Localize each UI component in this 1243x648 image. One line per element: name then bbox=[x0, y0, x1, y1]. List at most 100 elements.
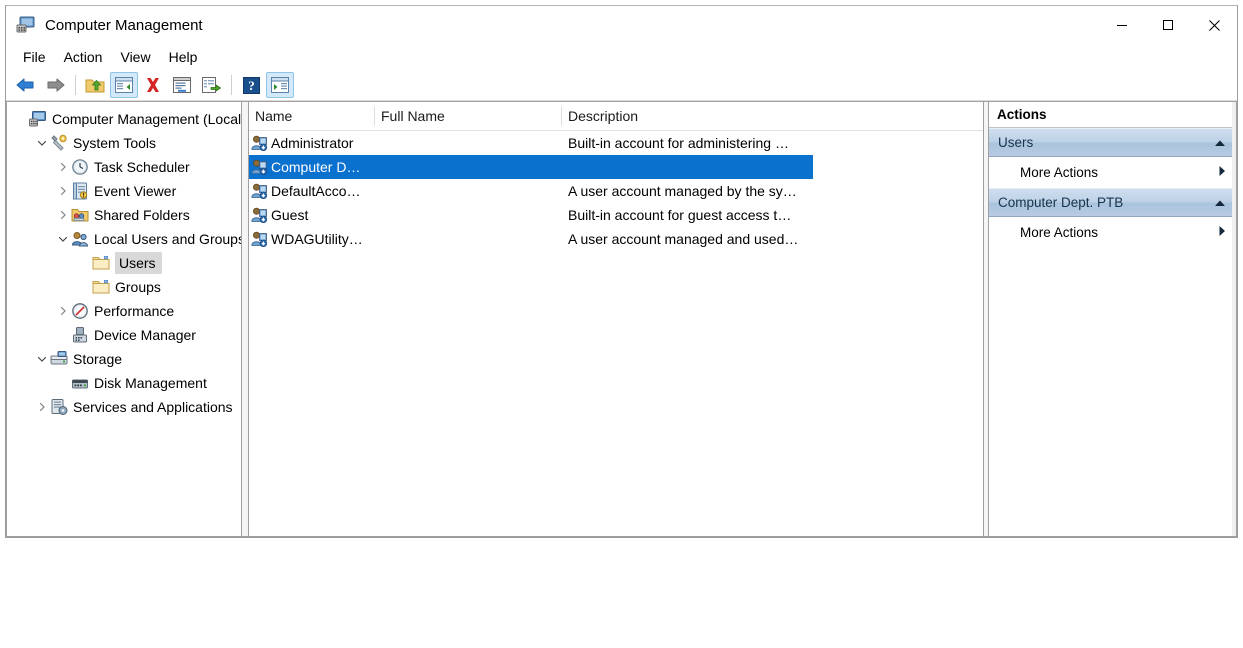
user-account-icon bbox=[251, 207, 268, 223]
cell-description: Built-in account for administering … bbox=[568, 135, 789, 151]
actions-section-header[interactable]: Users bbox=[989, 128, 1236, 157]
device-manager-icon bbox=[71, 326, 89, 344]
user-account-icon bbox=[251, 159, 268, 175]
tree-item-label: Device Manager bbox=[94, 327, 196, 343]
cell-name-text: Administrator bbox=[271, 135, 354, 151]
chevron-down-icon[interactable] bbox=[34, 347, 50, 371]
actions-section-header[interactable]: Computer Dept. PTB bbox=[989, 188, 1236, 217]
list-pane: Name Full Name Description Administrator… bbox=[249, 101, 983, 537]
cell-name: Computer D… bbox=[249, 159, 375, 175]
tree-item-local-users-and-groups[interactable]: Local Users and Groups bbox=[7, 227, 241, 251]
chevron-right-icon[interactable] bbox=[1218, 165, 1226, 180]
system-tools-icon bbox=[50, 134, 68, 152]
actions-scrollbar[interactable] bbox=[1232, 102, 1236, 536]
tree-item-label: Users bbox=[115, 252, 162, 274]
tree-item-disk-management[interactable]: Disk Management bbox=[7, 371, 241, 395]
computer-icon bbox=[29, 110, 47, 128]
screen-root: Computer Management File Action View Hel… bbox=[0, 0, 1243, 648]
chevron-right-icon[interactable] bbox=[55, 299, 71, 323]
export-list-button[interactable] bbox=[197, 72, 225, 98]
close-button[interactable] bbox=[1191, 6, 1237, 44]
actions-pane-title: Actions bbox=[989, 102, 1236, 128]
show-action-pane-button[interactable] bbox=[266, 72, 294, 98]
toolbar-separator-2 bbox=[231, 75, 232, 95]
tree-item-label: Event Viewer bbox=[94, 183, 177, 199]
chevron-right-icon[interactable] bbox=[55, 179, 71, 203]
chevron-down-icon[interactable] bbox=[55, 227, 71, 251]
cell-name-text: Computer D… bbox=[271, 159, 361, 175]
tree-item-users[interactable]: Users bbox=[7, 251, 241, 275]
console-tree-pane: Computer Management (Local) System Tools T… bbox=[6, 101, 241, 537]
menu-help[interactable]: Help bbox=[160, 46, 207, 68]
table-row[interactable]: Computer D… bbox=[249, 155, 813, 179]
user-account-icon bbox=[251, 135, 268, 151]
tree-item-groups[interactable]: Groups bbox=[7, 275, 241, 299]
actions-more-actions-item[interactable]: More Actions bbox=[989, 157, 1236, 188]
cell-name-text: Guest bbox=[271, 207, 309, 223]
chevron-up-icon[interactable] bbox=[1214, 195, 1226, 210]
users-groups-icon bbox=[71, 230, 89, 248]
chevron-down-icon[interactable] bbox=[34, 131, 50, 155]
minimize-button[interactable] bbox=[1099, 6, 1145, 44]
tree-list-splitter[interactable] bbox=[241, 101, 249, 537]
folder-icon bbox=[92, 254, 110, 272]
tree-item-label: System Tools bbox=[73, 135, 156, 151]
storage-icon bbox=[50, 350, 68, 368]
menu-view[interactable]: View bbox=[111, 46, 159, 68]
actions-item-label: More Actions bbox=[1020, 165, 1099, 180]
menu-bar: File Action View Help bbox=[6, 44, 1237, 70]
tree-item-event-viewer[interactable]: Event Viewer bbox=[7, 179, 241, 203]
tree-item-label: Computer Management (Local) bbox=[52, 111, 241, 127]
cell-description: A user account managed and used… bbox=[568, 231, 799, 247]
help-button[interactable]: ? bbox=[237, 72, 265, 98]
table-row[interactable]: WDAGUtility… A user account managed and u… bbox=[249, 227, 813, 251]
tree-item-services-and-applications[interactable]: Services and Applications bbox=[7, 395, 241, 419]
tree-item-shared-folders[interactable]: Shared Folders bbox=[7, 203, 241, 227]
chevron-right-icon[interactable] bbox=[55, 155, 71, 179]
tree-item-storage[interactable]: Storage bbox=[7, 347, 241, 371]
title-bar: Computer Management bbox=[6, 6, 1237, 44]
properties-button[interactable] bbox=[168, 72, 196, 98]
chevron-right-icon[interactable] bbox=[55, 203, 71, 227]
tree-item-label: Storage bbox=[73, 351, 123, 367]
tree-item-device-manager[interactable]: Device Manager bbox=[7, 323, 241, 347]
forward-button[interactable] bbox=[41, 72, 69, 98]
chevron-right-icon[interactable] bbox=[1218, 225, 1226, 240]
delete-button[interactable] bbox=[139, 72, 167, 98]
table-row[interactable]: DefaultAcco… A user account managed by th… bbox=[249, 179, 813, 203]
menu-action[interactable]: Action bbox=[55, 46, 112, 68]
actions-section-label: Computer Dept. PTB bbox=[998, 195, 1124, 210]
menu-file[interactable]: File bbox=[14, 46, 55, 68]
back-button[interactable] bbox=[12, 72, 40, 98]
chevron-right-icon[interactable] bbox=[34, 395, 50, 419]
user-account-icon bbox=[251, 183, 268, 199]
maximize-button[interactable] bbox=[1145, 6, 1191, 44]
show-console-tree-button[interactable] bbox=[110, 72, 138, 98]
cell-name-text: WDAGUtility… bbox=[271, 231, 363, 247]
table-row[interactable]: Administrator Built-in account for admini… bbox=[249, 131, 813, 155]
tree-item-system-tools[interactable]: System Tools bbox=[7, 131, 241, 155]
tree-item-performance[interactable]: Performance bbox=[7, 299, 241, 323]
tree-item-task-scheduler[interactable]: Task Scheduler bbox=[7, 155, 241, 179]
tree-item-label: Services and Applications bbox=[73, 399, 233, 415]
chevron-up-icon[interactable] bbox=[1214, 135, 1226, 150]
tree-item-label: Local Users and Groups bbox=[94, 231, 241, 247]
tree-item-label: Performance bbox=[94, 303, 175, 319]
column-header-name[interactable]: Name bbox=[249, 102, 375, 130]
performance-icon bbox=[71, 302, 89, 320]
console-tree: Computer Management (Local) System Tools T… bbox=[7, 102, 241, 419]
actions-more-actions-item[interactable]: More Actions bbox=[989, 217, 1236, 248]
column-header-full-name[interactable]: Full Name bbox=[375, 102, 562, 130]
cell-name: Guest bbox=[249, 207, 375, 223]
up-one-level-button[interactable] bbox=[81, 72, 109, 98]
table-row[interactable]: Guest Built-in account for guest access t… bbox=[249, 203, 813, 227]
column-header-description[interactable]: Description bbox=[562, 102, 813, 130]
event-viewer-icon bbox=[71, 182, 89, 200]
tree-item-computer-management-local[interactable]: Computer Management (Local) bbox=[7, 107, 241, 131]
computer-management-window: Computer Management File Action View Hel… bbox=[5, 5, 1238, 538]
